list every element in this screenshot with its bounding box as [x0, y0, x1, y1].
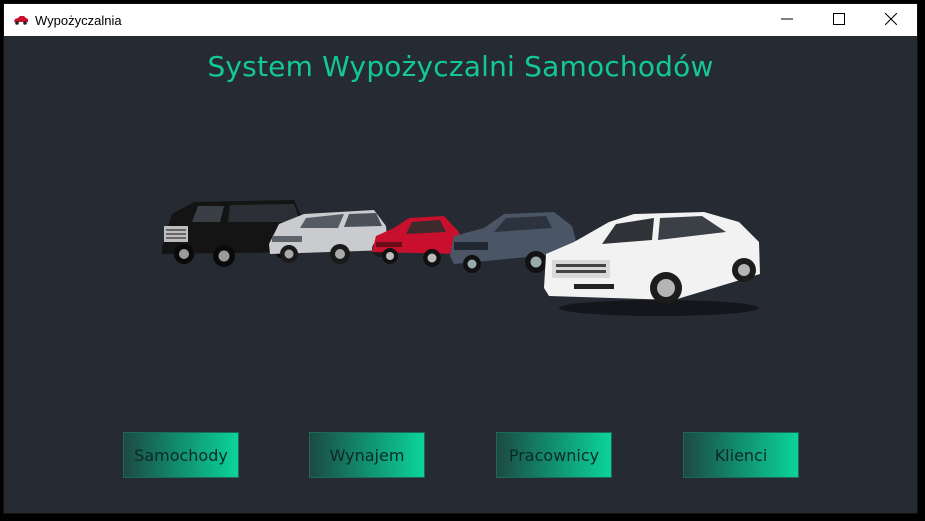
- car-lineup-image: [162, 200, 760, 316]
- red-car-icon: [13, 15, 29, 25]
- samochody-button[interactable]: Samochody: [123, 432, 239, 478]
- page-title: System Wypożyczalni Samochodów: [207, 50, 714, 83]
- close-button[interactable]: [865, 4, 917, 34]
- minimize-button[interactable]: [761, 4, 813, 34]
- close-icon: [885, 13, 897, 25]
- pracownicy-button[interactable]: Pracownicy: [496, 432, 612, 478]
- minimize-icon: [781, 18, 793, 20]
- window-controls: [761, 4, 917, 36]
- red-city-car-illustration: [372, 216, 462, 267]
- title-bar[interactable]: Wypożyczalnia: [4, 4, 917, 36]
- window-title: Wypożyczalnia: [35, 12, 122, 28]
- app-window: Wypożyczalnia System Wypożyczalni Samoch…: [4, 4, 917, 513]
- maximize-button[interactable]: [813, 4, 865, 34]
- klienci-button[interactable]: Klienci: [683, 432, 799, 478]
- wynajem-button[interactable]: Wynajem: [309, 432, 425, 478]
- white-sports-car-illustration: [544, 212, 760, 316]
- maximize-icon: [833, 13, 845, 25]
